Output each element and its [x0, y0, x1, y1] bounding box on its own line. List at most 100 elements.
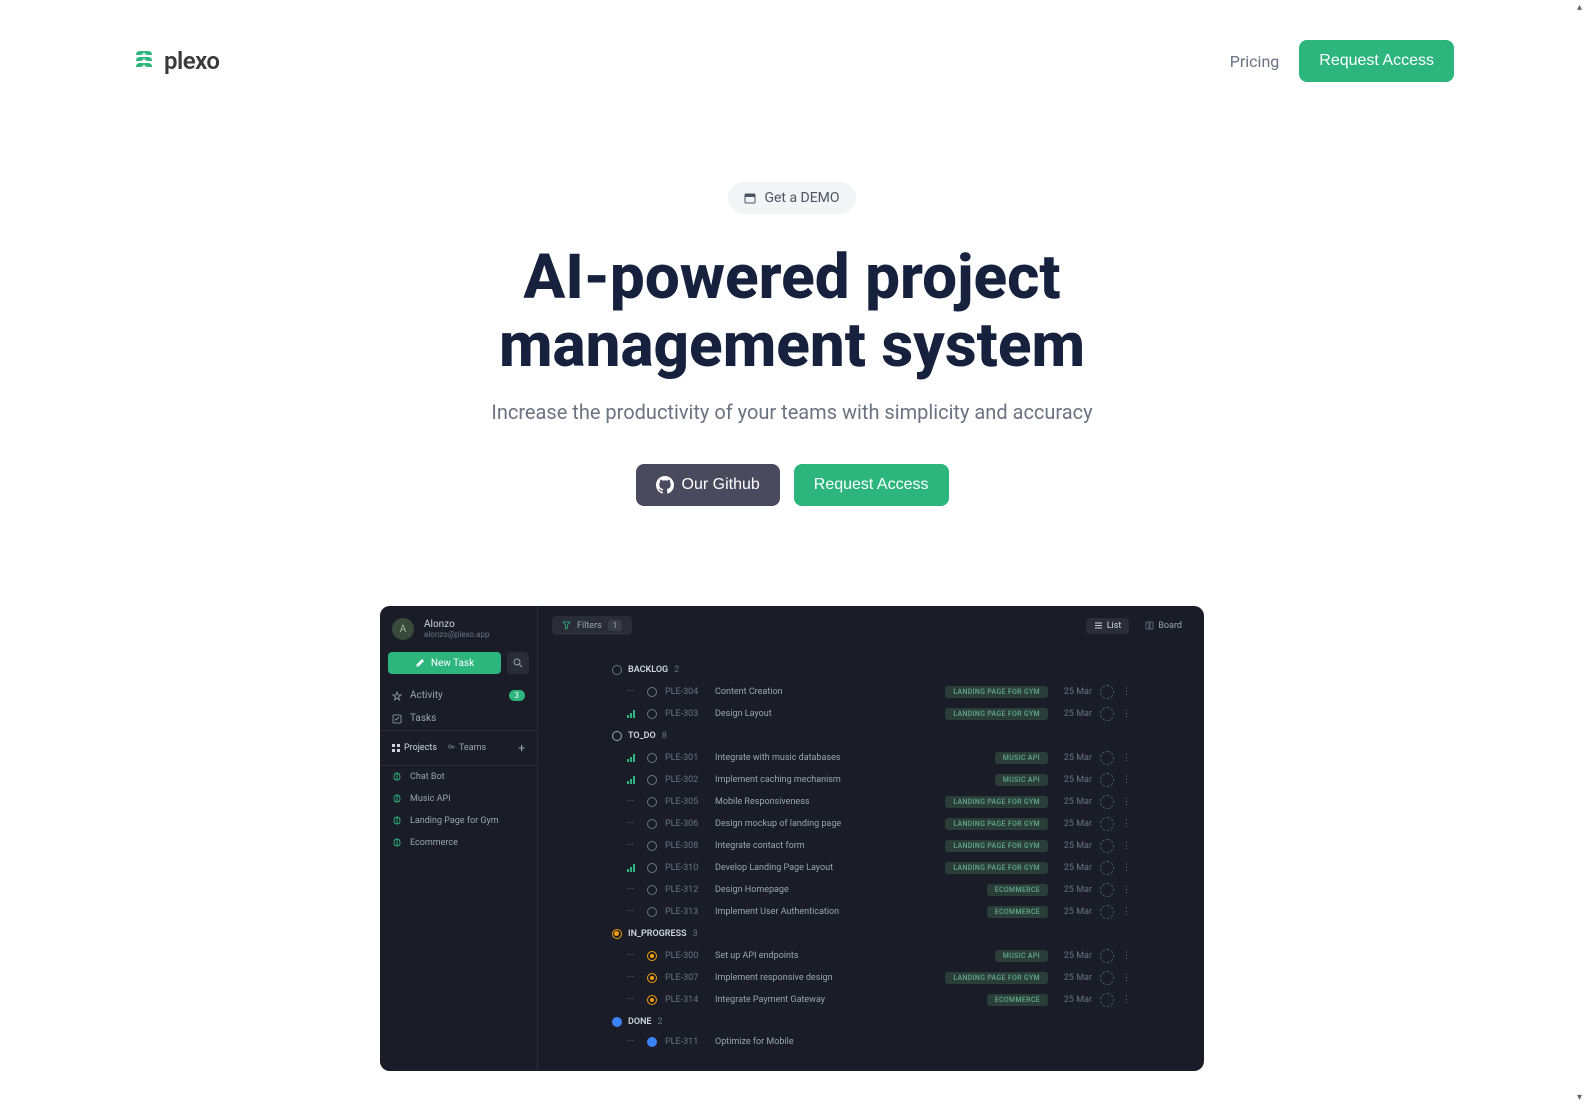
task-more-button[interactable]: ⋮: [1122, 951, 1130, 961]
assignee-avatar[interactable]: [1100, 993, 1114, 1007]
request-access-hero-button[interactable]: Request Access: [794, 464, 949, 506]
hero-title: AI-powered project management system: [342, 244, 1242, 380]
sidebar-activity[interactable]: Activity 3: [380, 684, 537, 707]
task-more-button[interactable]: ⋮: [1122, 753, 1130, 763]
assignee-avatar[interactable]: [1100, 795, 1114, 809]
task-status-icon: [647, 951, 657, 961]
task-row[interactable]: PLE-302Implement caching mechanismMUSIC …: [552, 769, 1190, 791]
sidebar-tasks[interactable]: Tasks: [380, 707, 537, 730]
task-more-button[interactable]: ⋮: [1122, 709, 1130, 719]
task-title: Design mockup of landing page: [715, 819, 937, 829]
filters-label: Filters: [577, 621, 602, 631]
task-status-icon: [647, 1037, 657, 1047]
task-status-icon: [647, 907, 657, 917]
priority-icon: ···: [627, 973, 639, 983]
assignee-avatar[interactable]: [1100, 905, 1114, 919]
task-more-button[interactable]: ⋮: [1122, 995, 1130, 1005]
scrollbar[interactable]: ▴ ▾: [1568, 0, 1582, 1105]
task-row[interactable]: ···PLE-312Design HomepageECOMMERCE25 Mar…: [552, 879, 1190, 901]
list-icon: [1094, 621, 1103, 630]
assignee-avatar[interactable]: [1100, 707, 1114, 721]
task-more-button[interactable]: ⋮: [1122, 863, 1130, 873]
task-row[interactable]: PLE-310Develop Landing Page LayoutLANDIN…: [552, 857, 1190, 879]
section-count: 2: [674, 665, 679, 675]
task-status-icon: [647, 995, 657, 1005]
task-status-icon: [647, 775, 657, 785]
request-access-header-button[interactable]: Request Access: [1299, 40, 1454, 82]
tab-projects[interactable]: Projects: [392, 743, 437, 753]
task-more-button[interactable]: ⋮: [1122, 819, 1130, 829]
task-row[interactable]: ···PLE-308Integrate contact formLANDING …: [552, 835, 1190, 857]
view-list-button[interactable]: List: [1086, 618, 1130, 634]
assignee-avatar[interactable]: [1100, 685, 1114, 699]
task-date: 25 Mar: [1056, 951, 1092, 961]
tab-teams[interactable]: Teams: [447, 743, 486, 753]
assignee-avatar[interactable]: [1100, 861, 1114, 875]
task-status-icon: [647, 841, 657, 851]
task-more-button[interactable]: ⋮: [1122, 973, 1130, 983]
task-more-button[interactable]: ⋮: [1122, 885, 1130, 895]
new-task-button[interactable]: New Task: [388, 652, 501, 674]
task-row[interactable]: ···PLE-305Mobile ResponsivenessLANDING P…: [552, 791, 1190, 813]
get-demo-button[interactable]: Get a DEMO: [728, 182, 855, 214]
task-id: PLE-301: [665, 753, 707, 763]
task-row[interactable]: ···PLE-304Content CreationLANDING PAGE F…: [552, 681, 1190, 703]
filters-button[interactable]: Filters 1: [552, 616, 632, 635]
activity-label: Activity: [410, 690, 443, 701]
section-name: DONE: [628, 1017, 652, 1027]
task-row[interactable]: ···PLE-300Set up API endpointsMUSIC API2…: [552, 945, 1190, 967]
section-header[interactable]: TO_DO8: [552, 725, 1190, 747]
task-status-icon: [647, 687, 657, 697]
task-date: 25 Mar: [1056, 973, 1092, 983]
task-more-button[interactable]: ⋮: [1122, 775, 1130, 785]
logo[interactable]: plexo: [130, 47, 220, 75]
task-more-button[interactable]: ⋮: [1122, 797, 1130, 807]
task-row[interactable]: PLE-301Integrate with music databasesMUS…: [552, 747, 1190, 769]
assignee-avatar[interactable]: [1100, 817, 1114, 831]
assignee-avatar[interactable]: [1100, 773, 1114, 787]
task-title: Optimize for Mobile: [715, 1037, 1130, 1047]
task-status-icon: [647, 885, 657, 895]
task-more-button[interactable]: ⋮: [1122, 687, 1130, 697]
task-row[interactable]: ···PLE-314Integrate Payment GatewayECOMM…: [552, 989, 1190, 1011]
sidebar-project[interactable]: Music API: [380, 788, 537, 810]
priority-icon: ···: [627, 687, 639, 697]
task-row[interactable]: ···PLE-311Optimize for Mobile: [552, 1033, 1190, 1051]
assignee-avatar[interactable]: [1100, 971, 1114, 985]
edit-icon: [415, 658, 425, 668]
assignee-avatar[interactable]: [1100, 949, 1114, 963]
search-button[interactable]: [507, 652, 529, 674]
section-header[interactable]: DONE2: [552, 1011, 1190, 1033]
task-row[interactable]: ···PLE-307Implement responsive designLAN…: [552, 967, 1190, 989]
section-count: 8: [662, 731, 667, 741]
sidebar-project[interactable]: Landing Page for Gym: [380, 810, 537, 832]
status-done-icon: [612, 1017, 622, 1027]
section-header[interactable]: IN_PROGRESS3: [552, 923, 1190, 945]
priority-icon: ···: [627, 907, 639, 917]
section-header[interactable]: BACKLOG2: [552, 659, 1190, 681]
add-project-button[interactable]: +: [518, 741, 525, 755]
task-row[interactable]: ···PLE-313Implement User AuthenticationE…: [552, 901, 1190, 923]
grid-icon: [392, 744, 400, 752]
task-id: PLE-310: [665, 863, 707, 873]
task-row[interactable]: PLE-303Design LayoutLANDING PAGE FOR GYM…: [552, 703, 1190, 725]
task-tag: LANDING PAGE FOR GYM: [945, 686, 1048, 698]
assignee-avatar[interactable]: [1100, 883, 1114, 897]
view-board-button[interactable]: Board: [1137, 618, 1190, 634]
assignee-avatar[interactable]: [1100, 751, 1114, 765]
task-title: Integrate Payment Gateway: [715, 995, 979, 1005]
github-button[interactable]: Our Github: [636, 464, 780, 506]
sidebar-project[interactable]: Chat Bot: [380, 766, 537, 788]
task-row[interactable]: ···PLE-306Design mockup of landing pageL…: [552, 813, 1190, 835]
task-status-icon: [647, 973, 657, 983]
task-more-button[interactable]: ⋮: [1122, 841, 1130, 851]
user-menu[interactable]: A Alonzo alonzo@plexo.app: [380, 606, 537, 652]
task-more-button[interactable]: ⋮: [1122, 907, 1130, 917]
pricing-link[interactable]: Pricing: [1230, 52, 1280, 71]
task-date: 25 Mar: [1056, 863, 1092, 873]
sidebar-project[interactable]: Ecommerce: [380, 832, 537, 854]
assignee-avatar[interactable]: [1100, 839, 1114, 853]
task-title: Design Homepage: [715, 885, 979, 895]
task-id: PLE-312: [665, 885, 707, 895]
priority-icon: [627, 776, 639, 784]
